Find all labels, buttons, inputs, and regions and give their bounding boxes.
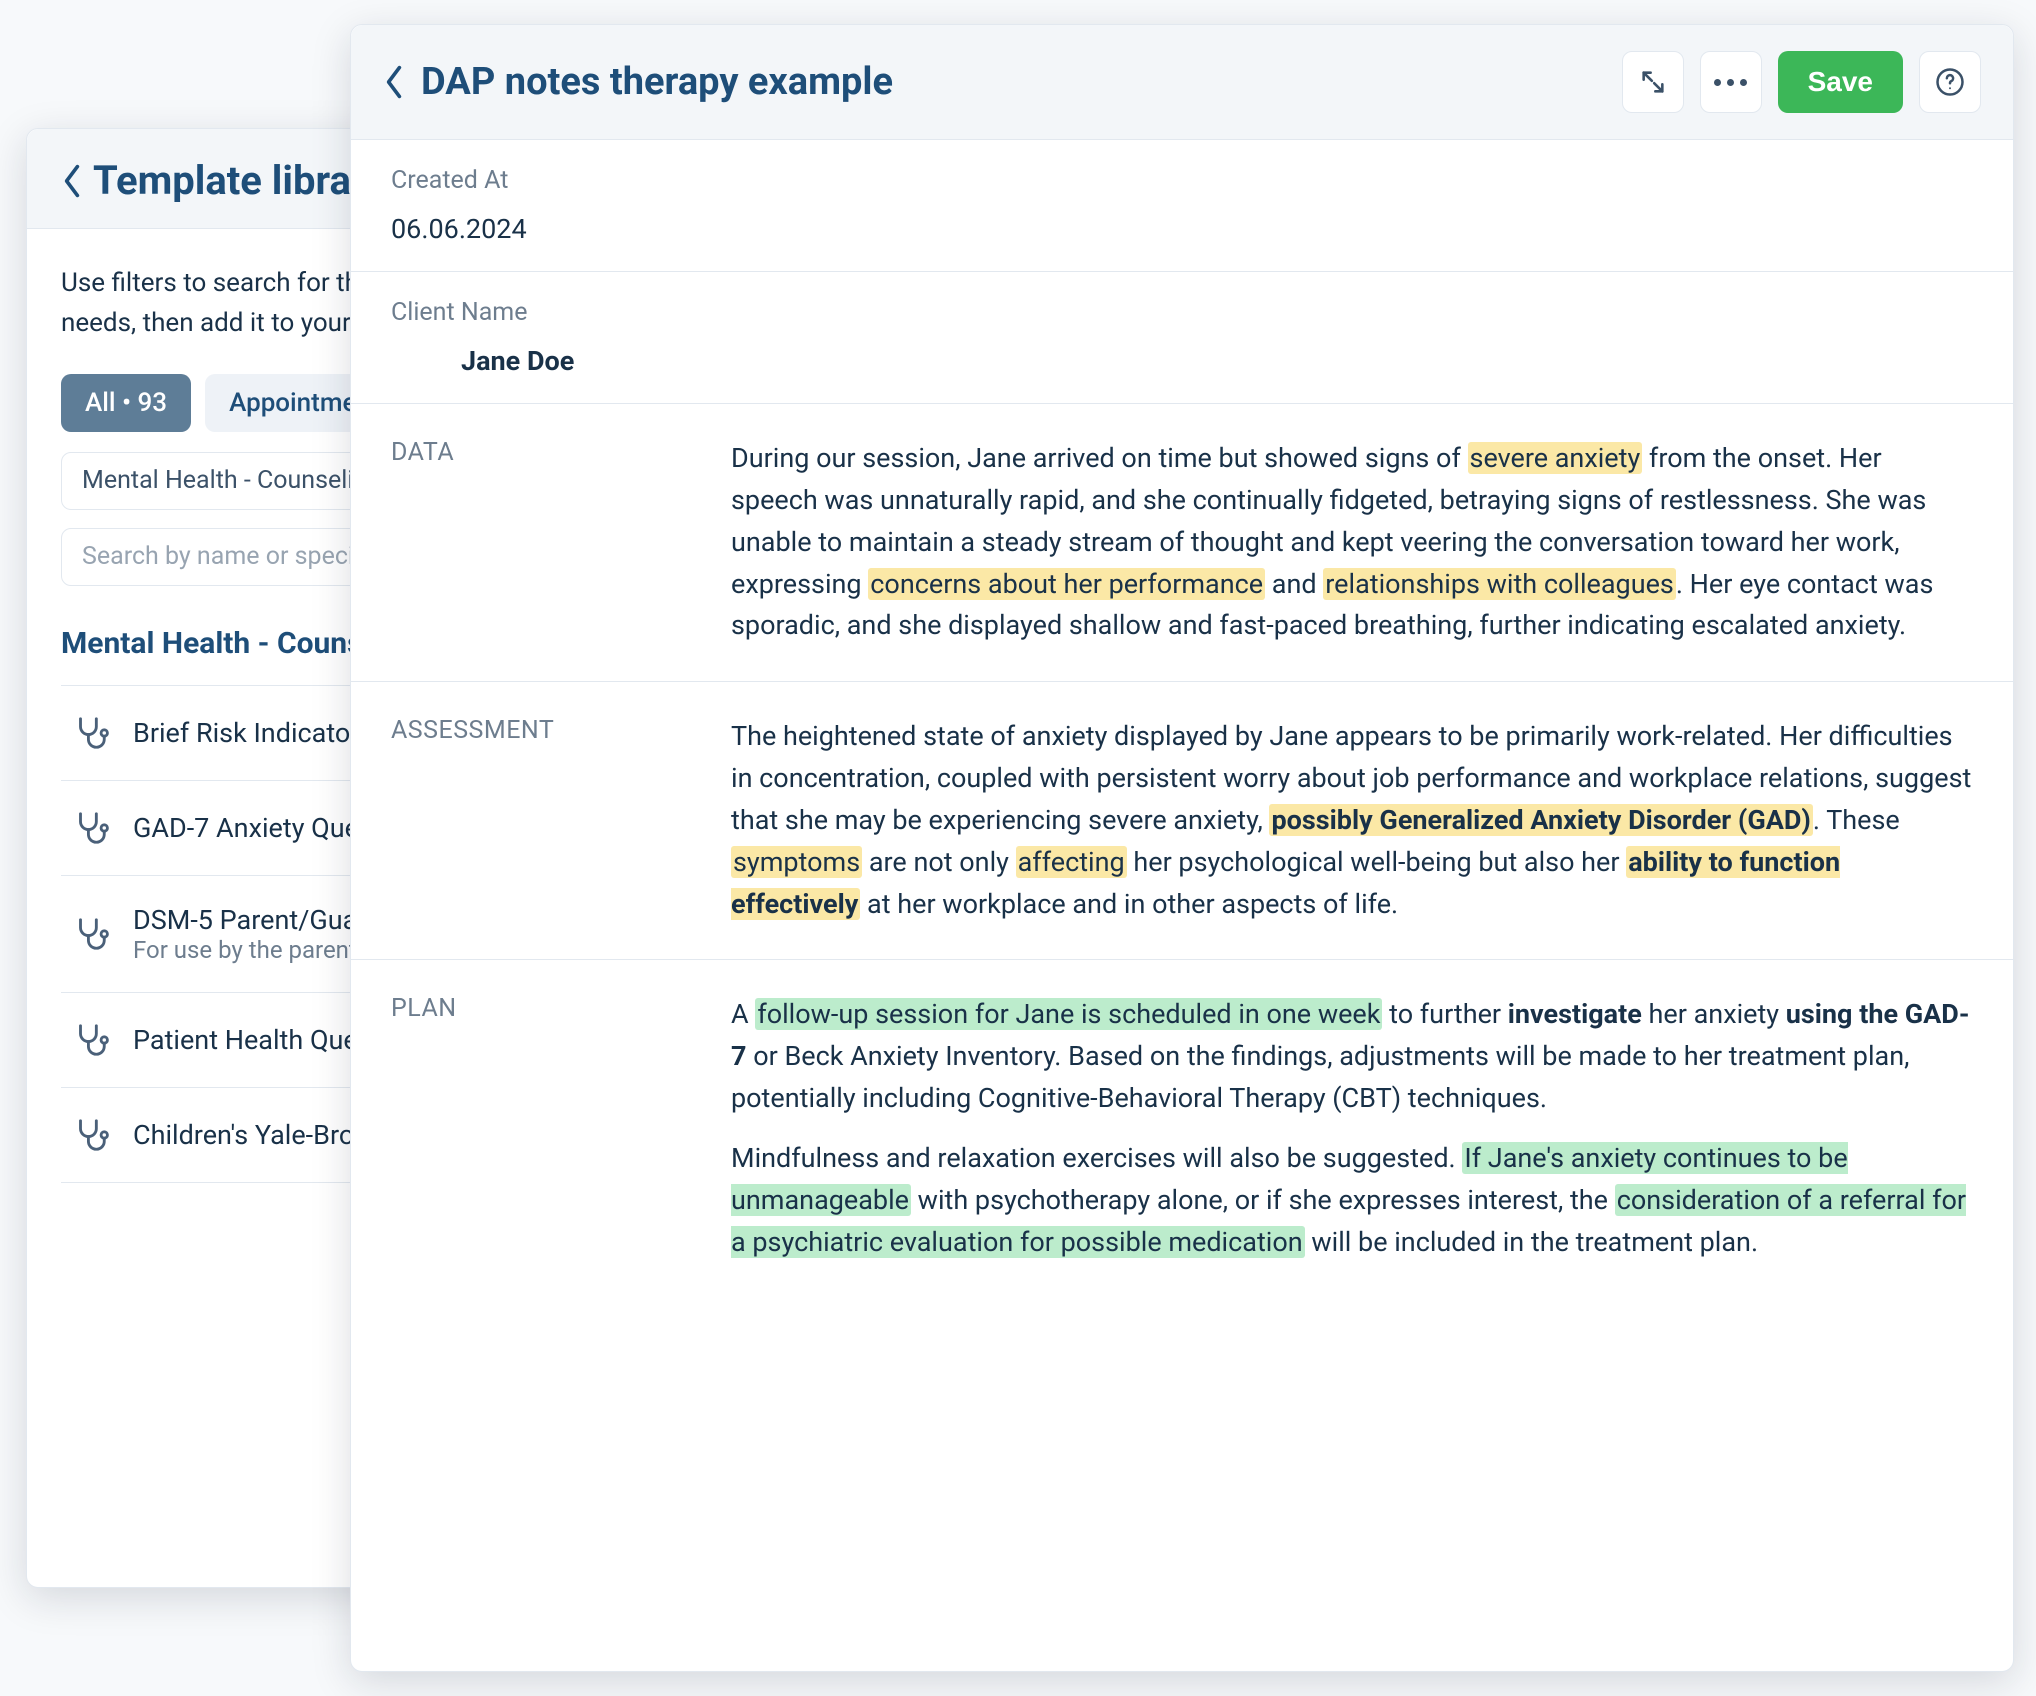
section-content: The heightened state of anxiety displaye… — [731, 716, 1973, 925]
text: are not only — [862, 846, 1015, 878]
highlight-bold: possibly Generalized Anxiety Disorder (G… — [1269, 804, 1812, 836]
text: will be included in the treatment plan. — [1305, 1226, 1758, 1258]
highlight: follow-up session for Jane is scheduled … — [755, 998, 1382, 1030]
text: with psychotherapy alone, or if she expr… — [911, 1184, 1615, 1216]
note-title: DAP notes therapy example — [421, 60, 1606, 104]
stethoscope-icon — [71, 714, 109, 752]
created-at-value: 06.06.2024 — [391, 213, 1973, 245]
section-content: A follow-up session for Jane is schedule… — [731, 994, 1973, 1263]
text: or Beck Anxiety Inventory. Based on the … — [731, 1040, 1909, 1114]
text: A — [731, 998, 755, 1030]
client-name-value: Jane Doe — [391, 345, 1973, 377]
back-icon[interactable] — [383, 64, 405, 100]
text: her psychological well-being but also he… — [1127, 846, 1627, 878]
stethoscope-icon — [71, 809, 109, 847]
section-label: PLAN — [391, 994, 691, 1263]
stethoscope-icon — [71, 915, 109, 953]
help-button[interactable] — [1919, 51, 1981, 113]
section-content: During our session, Jane arrived on time… — [731, 438, 1973, 647]
highlight: relationships with colleagues — [1323, 568, 1676, 600]
note-header: DAP notes therapy example Save — [351, 25, 2013, 140]
note-detail-panel: DAP notes therapy example Save Created A… — [350, 24, 2014, 1672]
category-select-value: Mental Health - Counseling — [82, 466, 381, 495]
expand-icon — [1639, 68, 1667, 96]
highlight: symptoms — [731, 846, 862, 878]
chip-all[interactable]: All • 93 — [61, 374, 191, 432]
help-icon — [1935, 67, 1965, 97]
back-icon[interactable] — [61, 163, 83, 199]
client-name-label: Client Name — [391, 298, 1973, 327]
bold: investigate — [1508, 998, 1642, 1030]
section-label: DATA — [391, 438, 691, 647]
highlight: affecting — [1016, 846, 1127, 878]
search-input-placeholder: Search by name or specialty — [82, 542, 394, 571]
text: at her workplace and in other aspects of… — [860, 888, 1398, 920]
expand-button[interactable] — [1622, 51, 1684, 113]
more-icon — [1714, 79, 1747, 86]
highlight: severe anxiety — [1468, 442, 1643, 474]
section-assessment: ASSESSMENT The heightened state of anxie… — [351, 682, 2013, 960]
stethoscope-icon — [71, 1021, 109, 1059]
text: and — [1265, 568, 1323, 600]
stethoscope-icon — [71, 1116, 109, 1154]
text: to further — [1382, 998, 1507, 1030]
save-button[interactable]: Save — [1778, 51, 1903, 113]
more-button[interactable] — [1700, 51, 1762, 113]
created-at-block: Created At 06.06.2024 — [351, 140, 2013, 272]
section-plan: PLAN A follow-up session for Jane is sch… — [351, 960, 2013, 1297]
text: Mindfulness and relaxation exercises wil… — [731, 1142, 1462, 1174]
section-data: DATA During our session, Jane arrived on… — [351, 404, 2013, 682]
section-label: ASSESSMENT — [391, 716, 691, 925]
client-name-block: Client Name Jane Doe — [351, 272, 2013, 404]
text: her anxiety — [1642, 998, 1786, 1030]
note-body: Created At 06.06.2024 Client Name Jane D… — [351, 140, 2013, 1671]
library-title: Template library — [93, 157, 386, 204]
text: During our session, Jane arrived on time… — [731, 442, 1468, 474]
text: . These — [1813, 804, 1900, 836]
created-at-label: Created At — [391, 166, 1973, 195]
highlight: concerns about her performance — [868, 568, 1265, 600]
